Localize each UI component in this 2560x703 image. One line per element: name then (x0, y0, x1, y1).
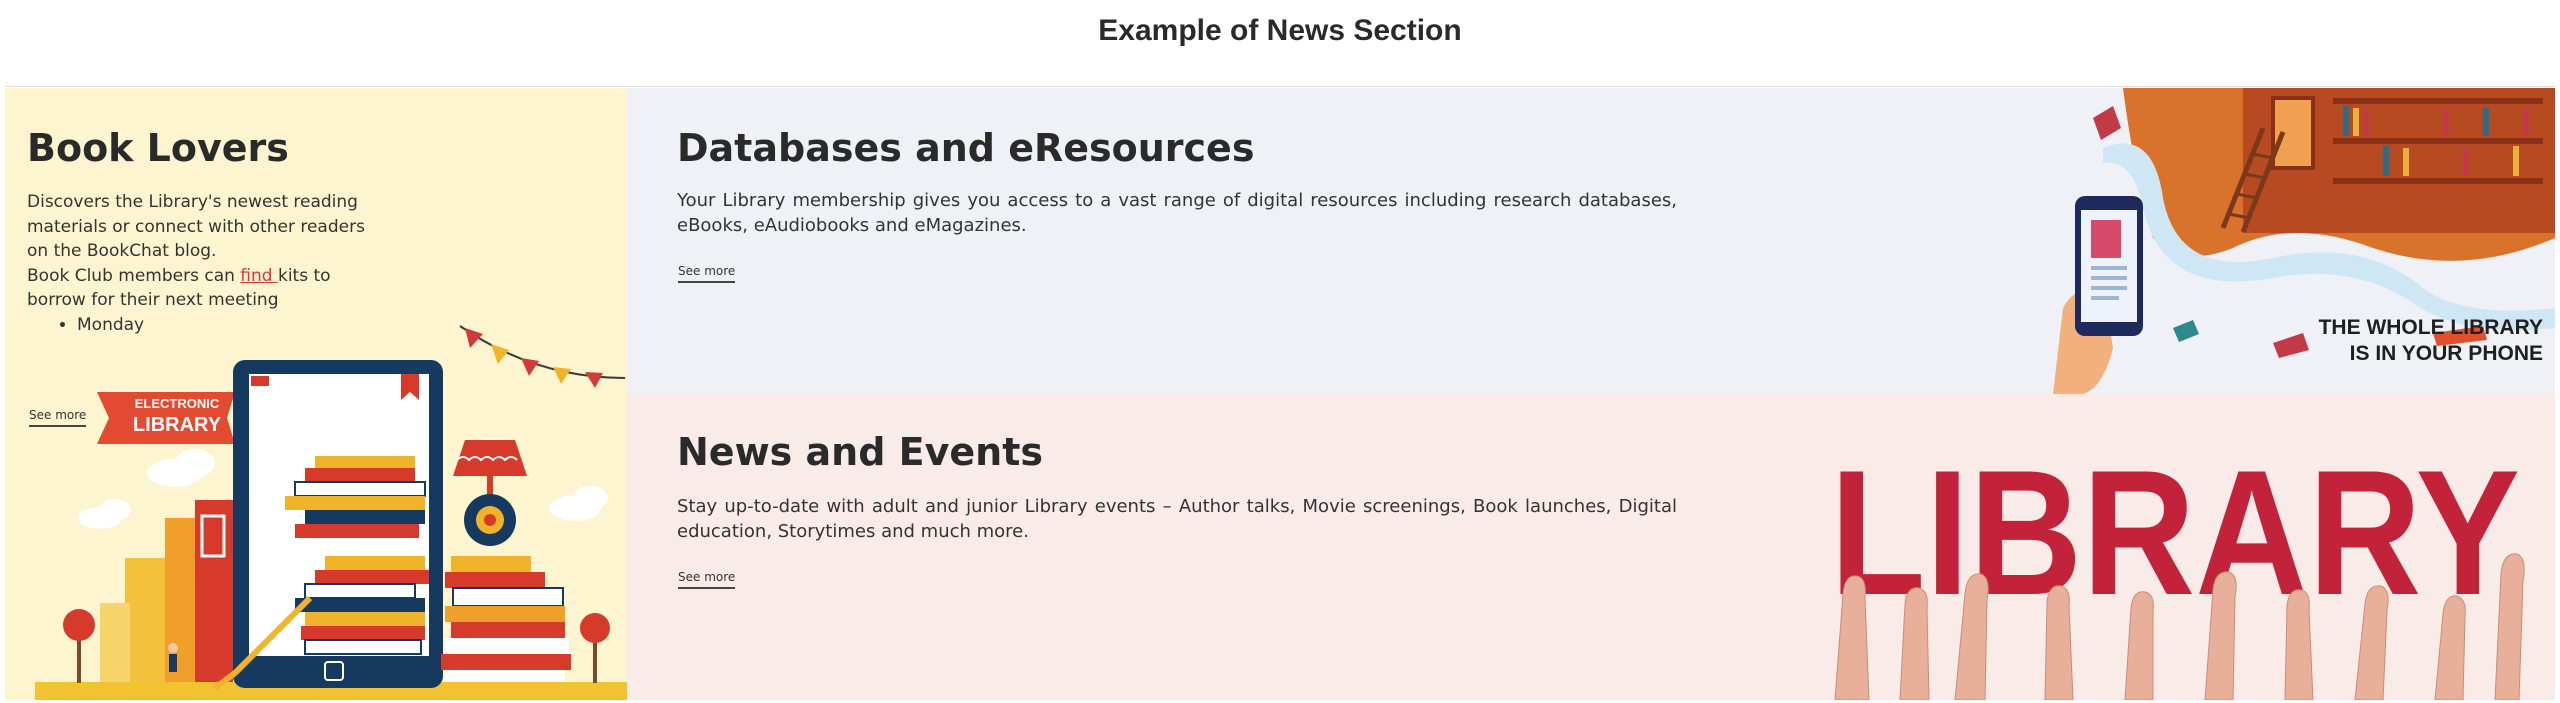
page-title: Example of News Section (1098, 14, 1462, 47)
library-phone-image: THE WHOLE LIBRARY IS IN YOUR PHONE (2053, 88, 2555, 394)
news-events-see-more-link[interactable]: See more (678, 570, 736, 589)
badge-line1: ELECTRONIC (135, 396, 220, 411)
electronic-library-illustration: ELECTRONIC LIBRARY (35, 325, 627, 700)
news-grid: Book Lovers Discovers the Library's newe… (5, 88, 2555, 700)
databases-title: Databases and eResources (677, 126, 1255, 170)
databases-see-more-link[interactable]: See more (678, 264, 736, 283)
library-word: LIBRARY (1830, 433, 2520, 632)
news-events-description: Stay up-to-date with adult and junior Li… (677, 496, 1677, 542)
library-letters-image: LIBRARY (1830, 433, 2525, 700)
news-events-title: News and Events (677, 430, 1043, 474)
databases-description: Your Library membership gives you access… (677, 190, 1677, 236)
phone-caption-line2: IS IN YOUR PHONE (2350, 342, 2543, 365)
phone-caption-line1: THE WHOLE LIBRARY (2319, 316, 2543, 339)
databases-card: Databases and eResources Your Library me… (627, 88, 2555, 394)
title-divider (5, 86, 2555, 87)
news-events-card: News and Events Stay up-to-date with adu… (627, 394, 2555, 700)
badge-line2: LIBRARY (133, 414, 222, 436)
book-lovers-card: Book Lovers Discovers the Library's newe… (5, 88, 627, 700)
